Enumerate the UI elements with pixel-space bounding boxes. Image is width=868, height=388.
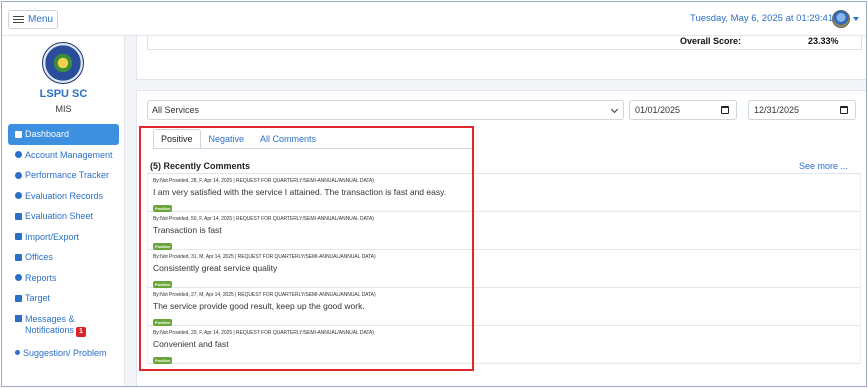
sidebar-item-label: Account Management [25, 149, 113, 160]
users-icon [15, 151, 22, 159]
dashboard-icon [15, 130, 22, 138]
score-table: Overall Score: 23.33% [147, 36, 862, 50]
target-icon [15, 294, 22, 302]
current-datetime: Tuesday, May 6, 2025 at 01:29:41 PM [690, 13, 851, 24]
sidebar-item-label: Reports [25, 272, 57, 283]
gauge-icon [15, 192, 22, 200]
date-to-input[interactable]: 12/31/2025 [748, 100, 856, 120]
sidebar-item-label: Dashboard [25, 129, 70, 140]
see-more-link[interactable]: See more ... [799, 161, 848, 171]
top-bar: Menu Tuesday, May 6, 2025 at 01:29:41 PM [2, 2, 866, 36]
sidebar-item-dashboard[interactable]: Dashboard [8, 124, 119, 145]
sidebar-item-label: Suggestion/ Problem [23, 347, 107, 358]
notification-count-badge: 1 [76, 327, 86, 337]
org-name: LSPU SC [39, 88, 88, 100]
sidebar-item-performance-tracker[interactable]: Performance Tracker [8, 165, 119, 186]
sidebar-nav: Dashboard Account Management Performance… [8, 124, 119, 363]
sidebar-item-evaluation-records[interactable]: Evaluation Records [8, 186, 119, 207]
user-avatar[interactable] [832, 10, 850, 28]
sidebar: LSPU SC MIS Dashboard Account Management… [2, 36, 125, 386]
sidebar-item-account-management[interactable]: Account Management [8, 145, 119, 166]
sidebar-item-target[interactable]: Target [8, 288, 119, 309]
hamburger-icon [13, 15, 24, 24]
chevron-down-icon [610, 105, 619, 114]
university-logo [42, 42, 84, 84]
sidebar-item-label: Evaluation Sheet [25, 211, 94, 222]
menu-label: Menu [28, 14, 54, 25]
document-icon [15, 212, 22, 220]
sidebar-item-label: Performance Tracker [25, 170, 110, 181]
envelope-icon [15, 314, 22, 322]
sidebar-item-label: Messages & Notifications 1 [25, 314, 86, 337]
calendar-icon[interactable] [840, 106, 848, 114]
service-select-value: All Services [152, 105, 200, 115]
sidebar-item-messages[interactable]: Messages & Notifications 1 [8, 309, 119, 343]
sidebar-item-import-export[interactable]: Import/Export [8, 227, 119, 248]
building-icon [15, 253, 22, 261]
lightbulb-icon [15, 350, 20, 356]
menu-button[interactable]: Menu [8, 10, 59, 29]
calendar-icon[interactable] [721, 106, 729, 114]
date-from-input[interactable]: 01/01/2025 [629, 100, 737, 120]
overall-score-value: 23.33% [808, 36, 839, 46]
sidebar-item-label: Import/Export [25, 231, 80, 242]
score-card: Overall Score: 23.33% [136, 36, 866, 80]
date-from-value: 01/01/2025 [635, 105, 681, 115]
sidebar-item-suggestion[interactable]: Suggestion/ Problem [8, 343, 119, 364]
date-to-value: 12/31/2025 [754, 105, 800, 115]
gauge-icon [15, 274, 22, 282]
overall-score-label: Overall Score: [680, 36, 742, 46]
sidebar-item-label: Target [25, 293, 51, 304]
highlight-box [139, 126, 474, 371]
sidebar-item-reports[interactable]: Reports [8, 268, 119, 289]
messages-label-line1: Messages & [25, 314, 75, 324]
messages-label-line2: Notifications [25, 325, 75, 335]
app-window: Menu Tuesday, May 6, 2025 at 01:29:41 PM… [1, 1, 867, 387]
sidebar-item-evaluation-sheet[interactable]: Evaluation Sheet [8, 206, 119, 227]
sidebar-item-label: Evaluation Records [25, 190, 104, 201]
file-icon [15, 233, 22, 241]
sidebar-item-label: Offices [25, 252, 53, 263]
caret-down-icon[interactable] [853, 17, 859, 21]
sidebar-item-offices[interactable]: Offices [8, 247, 119, 268]
gauge-icon [15, 171, 22, 179]
service-select[interactable]: All Services [147, 100, 624, 120]
org-subtitle: MIS [55, 104, 72, 114]
